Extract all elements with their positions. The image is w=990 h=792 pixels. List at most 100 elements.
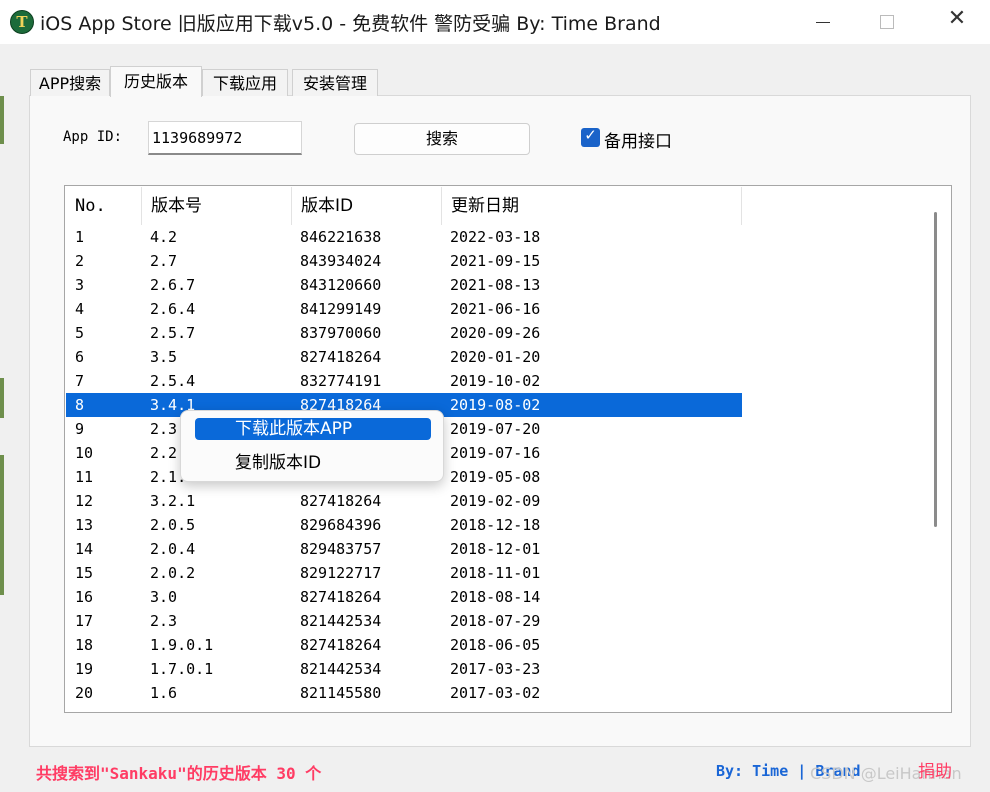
row-date: 2021-09-15 bbox=[450, 252, 541, 270]
column-header-version[interactable]: 版本号 bbox=[142, 187, 292, 225]
table-row[interactable]: 4 2.6.4 841299149 2021-06-16 bbox=[66, 297, 742, 321]
row-number: 12 bbox=[75, 492, 94, 510]
row-version-id: 829483757 bbox=[300, 540, 382, 558]
row-version: 3.5 bbox=[150, 348, 178, 366]
table-row[interactable]: 17 2.3 821442534 2018-07-29 bbox=[66, 609, 742, 633]
row-number: 3 bbox=[75, 276, 85, 294]
table-row[interactable]: 7 2.5.4 832774191 2019-10-02 bbox=[66, 369, 742, 393]
row-version-id: 837970060 bbox=[300, 324, 382, 342]
table-row[interactable]: 18 1.9.0.1 827418264 2018-06-05 bbox=[66, 633, 742, 657]
row-date: 2022-03-18 bbox=[450, 228, 541, 246]
row-version: 2.3 bbox=[150, 420, 178, 438]
row-date: 2019-05-08 bbox=[450, 468, 541, 486]
row-date: 2021-06-16 bbox=[450, 300, 541, 318]
row-number: 17 bbox=[75, 612, 94, 630]
row-version: 2.0.5 bbox=[150, 516, 196, 534]
row-date: 2018-06-05 bbox=[450, 636, 541, 654]
row-version-id: 841299149 bbox=[300, 300, 382, 318]
menu-item-download-version[interactable]: 下载此版本APP bbox=[195, 418, 431, 440]
row-date: 2020-09-26 bbox=[450, 324, 541, 342]
status-text: 共搜索到"Sankaku"的历史版本 30 个 bbox=[36, 764, 322, 783]
table-row[interactable]: 2 2.7 843934024 2021-09-15 bbox=[66, 249, 742, 273]
menu-item-copy-version-id[interactable]: 复制版本ID bbox=[195, 452, 431, 474]
row-version-id: 843120660 bbox=[300, 276, 382, 294]
row-version-id: 827418264 bbox=[300, 588, 382, 606]
maximize-button[interactable] bbox=[854, 0, 918, 44]
row-number: 19 bbox=[75, 660, 94, 678]
context-menu: 下载此版本APP 复制版本ID bbox=[180, 410, 444, 482]
row-version: 2.3 bbox=[150, 612, 178, 630]
row-number: 20 bbox=[75, 684, 94, 702]
tab-install-manage[interactable]: 安装管理 bbox=[292, 69, 378, 96]
table-row[interactable]: 14 2.0.4 829483757 2018-12-01 bbox=[66, 537, 742, 561]
row-version: 2.7 bbox=[150, 252, 178, 270]
table-row[interactable]: 13 2.0.5 829684396 2018-12-18 bbox=[66, 513, 742, 537]
row-version-id: 821442534 bbox=[300, 612, 382, 630]
row-date: 2019-07-16 bbox=[450, 444, 541, 462]
row-date: 2018-07-29 bbox=[450, 612, 541, 630]
row-version-id: 846221638 bbox=[300, 228, 382, 246]
row-number: 18 bbox=[75, 636, 94, 654]
table-row[interactable]: 6 3.5 827418264 2020-01-20 bbox=[66, 345, 742, 369]
row-version: 2.2 bbox=[150, 444, 178, 462]
donate-link[interactable]: 捐助 bbox=[918, 757, 952, 782]
row-number: 5 bbox=[75, 324, 85, 342]
row-version: 2.6.4 bbox=[150, 300, 196, 318]
row-version: 1.9.0.1 bbox=[150, 636, 214, 654]
backup-api-label: 备用接口 bbox=[604, 132, 672, 152]
tab-download-app[interactable]: 下载应用 bbox=[202, 69, 288, 96]
row-number: 15 bbox=[75, 564, 94, 582]
table-row[interactable]: 3 2.6.7 843120660 2021-08-13 bbox=[66, 273, 742, 297]
table-row[interactable]: 16 3.0 827418264 2018-08-14 bbox=[66, 585, 742, 609]
app-logo-letter: T bbox=[16, 13, 28, 31]
row-date: 2019-10-02 bbox=[450, 372, 541, 390]
table-row[interactable]: 5 2.5.7 837970060 2020-09-26 bbox=[66, 321, 742, 345]
backup-api-checkbox[interactable]: ✓ bbox=[581, 126, 600, 147]
row-number: 2 bbox=[75, 252, 85, 270]
search-button[interactable]: 搜索 bbox=[354, 123, 530, 155]
close-icon: ✕ bbox=[947, 6, 967, 31]
row-version-id: 832774191 bbox=[300, 372, 382, 390]
row-date: 2017-03-02 bbox=[450, 684, 541, 702]
row-number: 8 bbox=[75, 396, 85, 414]
row-number: 9 bbox=[75, 420, 85, 438]
column-header-no[interactable]: No. bbox=[66, 187, 142, 225]
maximize-icon bbox=[880, 15, 894, 29]
row-date: 2017-03-23 bbox=[450, 660, 541, 678]
row-number: 10 bbox=[75, 444, 94, 462]
row-date: 2020-01-20 bbox=[450, 348, 541, 366]
background-art bbox=[0, 378, 4, 418]
row-date: 2018-08-14 bbox=[450, 588, 541, 606]
row-version: 3.0 bbox=[150, 588, 178, 606]
table-row[interactable]: 19 1.7.0.1 821442534 2017-03-23 bbox=[66, 657, 742, 681]
row-version: 3.2.1 bbox=[150, 492, 196, 510]
table-row[interactable]: 1 4.2 846221638 2022-03-18 bbox=[66, 225, 742, 249]
row-version-id: 827418264 bbox=[300, 636, 382, 654]
close-button[interactable]: ✕ bbox=[925, 0, 989, 44]
table-row[interactable]: 20 1.6 821145580 2017-03-02 bbox=[66, 681, 742, 705]
minimize-button[interactable] bbox=[790, 0, 854, 44]
app-id-input[interactable]: 1139689972 bbox=[148, 121, 302, 155]
row-version: 2.0.4 bbox=[150, 540, 196, 558]
row-number: 14 bbox=[75, 540, 94, 558]
list-scrollbar[interactable] bbox=[934, 212, 937, 527]
table-row[interactable]: 12 3.2.1 827418264 2019-02-09 bbox=[66, 489, 742, 513]
row-number: 13 bbox=[75, 516, 94, 534]
tab-app-search[interactable]: APP搜索 bbox=[30, 69, 110, 96]
app-logo-icon: T bbox=[10, 10, 34, 34]
row-version: 1.6 bbox=[150, 684, 178, 702]
column-header-update-date[interactable]: 更新日期 bbox=[442, 187, 742, 225]
row-date: 2018-12-01 bbox=[450, 540, 541, 558]
row-version: 1.7.0.1 bbox=[150, 660, 214, 678]
tab-version-history[interactable]: 历史版本 bbox=[110, 66, 202, 97]
row-date: 2018-11-01 bbox=[450, 564, 541, 582]
row-number: 16 bbox=[75, 588, 94, 606]
row-version: 2.5.4 bbox=[150, 372, 196, 390]
row-date: 2019-08-02 bbox=[450, 396, 541, 414]
row-version: 2.5.7 bbox=[150, 324, 196, 342]
app-id-label: App ID: bbox=[63, 129, 123, 145]
row-version: 2.6.7 bbox=[150, 276, 196, 294]
column-header-version-id[interactable]: 版本ID bbox=[292, 187, 442, 225]
checkmark-icon: ✓ bbox=[584, 126, 597, 144]
table-row[interactable]: 15 2.0.2 829122717 2018-11-01 bbox=[66, 561, 742, 585]
